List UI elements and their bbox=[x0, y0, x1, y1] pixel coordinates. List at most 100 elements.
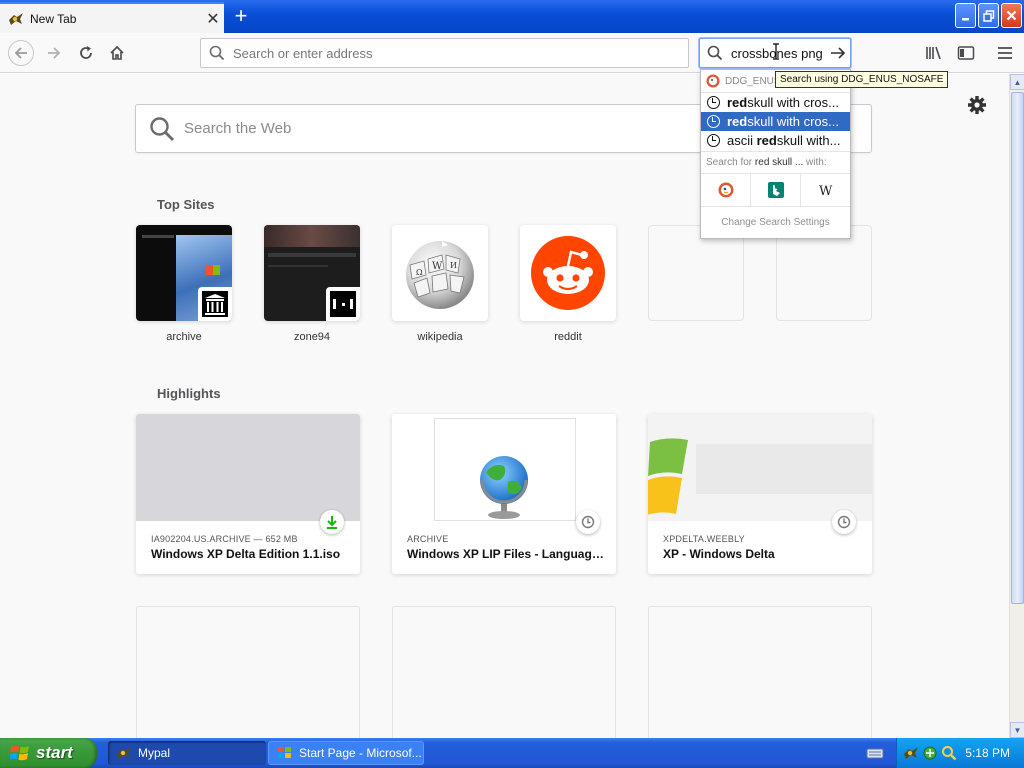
sidebar-icon bbox=[957, 46, 975, 60]
close-window-button[interactable] bbox=[1001, 3, 1022, 28]
highlight-source: IA902204.US.ARCHIVE — 652 MB bbox=[151, 534, 298, 544]
windows-flag-icon bbox=[648, 438, 688, 515]
highlight-badge bbox=[576, 510, 600, 534]
top-sites-title: Top Sites bbox=[157, 197, 215, 212]
navigation-toolbar: crossbones png bbox=[0, 33, 1024, 73]
sidebar-button[interactable] bbox=[954, 41, 978, 65]
suggestion-prefix: ascii bbox=[727, 133, 757, 148]
suggestion-item[interactable]: red skull with cros... bbox=[701, 93, 850, 112]
bing-icon bbox=[767, 182, 784, 198]
globe-icon bbox=[480, 456, 528, 519]
duckduckgo-icon bbox=[718, 182, 733, 198]
taskbar-item-mypal[interactable]: Mypal bbox=[108, 741, 266, 765]
title-bar: New Tab ✕ + bbox=[0, 0, 1024, 33]
history-icon bbox=[707, 96, 720, 109]
forward-button[interactable] bbox=[42, 41, 66, 65]
highlight-source: ARCHIVE bbox=[407, 534, 449, 544]
close-icon bbox=[1006, 10, 1017, 21]
svg-text:И: И bbox=[450, 261, 457, 270]
vertical-scrollbar[interactable]: ▲ ▼ bbox=[1009, 74, 1024, 738]
suggestion-match: red bbox=[727, 95, 748, 110]
minimize-button[interactable] bbox=[955, 3, 976, 28]
search-icon bbox=[209, 45, 225, 61]
tab-new-tab[interactable]: New Tab ✕ bbox=[0, 2, 224, 33]
search-for-suffix: with: bbox=[803, 157, 827, 168]
restore-button[interactable] bbox=[978, 3, 999, 28]
home-button[interactable] bbox=[105, 41, 129, 65]
new-tab-page: Search the Web Top Sites archive zone94 … bbox=[0, 74, 1009, 738]
search-for-query: red skull ... bbox=[754, 157, 804, 168]
reload-icon bbox=[80, 46, 92, 59]
highlight-card[interactable]: XPDELTA.WEEBLY XP - Windows Delta bbox=[648, 414, 872, 574]
start-button[interactable]: start bbox=[0, 738, 97, 768]
highlight-image bbox=[136, 414, 360, 521]
site-thumbnail bbox=[520, 225, 616, 321]
mypal-tray-icon[interactable] bbox=[903, 745, 919, 761]
taskbar-item-label: Start Page - Microsof... bbox=[299, 746, 422, 760]
highlight-empty-slot bbox=[648, 606, 872, 738]
highlight-badge bbox=[832, 510, 856, 534]
highlight-image bbox=[392, 414, 616, 521]
site-label: zone94 bbox=[293, 331, 331, 343]
text-cursor-icon bbox=[773, 43, 779, 60]
highlight-source: XPDELTA.WEEBLY bbox=[663, 534, 745, 544]
search-go-button[interactable] bbox=[826, 41, 850, 65]
keyboard-language-icon[interactable] bbox=[866, 744, 884, 762]
new-tab-button[interactable]: + bbox=[228, 4, 254, 28]
highlight-title: Windows XP LIP Files - Language... bbox=[407, 547, 607, 561]
one-off-engines: W bbox=[701, 173, 850, 207]
back-arrow-icon bbox=[14, 47, 27, 59]
gear-icon[interactable] bbox=[966, 94, 988, 116]
suggestion-item[interactable]: ascii red skull with... bbox=[701, 131, 850, 150]
back-button[interactable] bbox=[8, 40, 34, 66]
library-button[interactable] bbox=[922, 41, 946, 65]
menu-button[interactable] bbox=[993, 41, 1017, 65]
change-search-settings-button[interactable]: Change Search Settings bbox=[701, 207, 850, 237]
suggestion-match: red bbox=[756, 133, 777, 148]
search-for-prefix: Search for bbox=[706, 157, 755, 168]
address-bar[interactable] bbox=[200, 38, 689, 68]
top-site-zone94[interactable]: zone94 bbox=[264, 225, 360, 343]
engine-wikipedia-button[interactable]: W bbox=[801, 174, 850, 206]
system-tray: 5:18 PM bbox=[896, 738, 1024, 768]
highlight-title: XP - Windows Delta bbox=[663, 547, 775, 561]
suggestion-rest: skull with... bbox=[776, 133, 841, 148]
top-site-wikipedia[interactable]: W Ω И wikipedia bbox=[392, 225, 488, 343]
search-for-with-label: Search for red skull ... with: bbox=[701, 151, 850, 173]
engine-duckduckgo-button[interactable] bbox=[701, 174, 751, 206]
svg-text:W: W bbox=[819, 184, 833, 198]
suggestion-rest: skull with cros... bbox=[747, 114, 839, 129]
windows-logo-icon bbox=[10, 745, 29, 761]
archive-org-icon bbox=[202, 291, 228, 317]
restore-icon bbox=[982, 9, 994, 22]
forward-arrow-icon bbox=[48, 47, 61, 59]
search-tray-icon[interactable] bbox=[941, 745, 957, 761]
top-site-empty-slot bbox=[776, 225, 872, 321]
top-site-archive[interactable]: archive bbox=[136, 225, 232, 343]
search-icon bbox=[150, 116, 174, 141]
library-icon bbox=[926, 46, 941, 60]
windows-flag-icon bbox=[278, 747, 291, 758]
highlight-card[interactable]: IA902204.US.ARCHIVE — 652 MB Windows XP … bbox=[136, 414, 360, 574]
mypal-icon bbox=[117, 747, 131, 759]
suggestion-item-selected[interactable]: red skull with cros... bbox=[701, 112, 850, 131]
scroll-thumb[interactable] bbox=[1011, 92, 1024, 604]
network-tray-icon[interactable] bbox=[922, 745, 938, 761]
highlights-title: Highlights bbox=[157, 386, 221, 401]
highlight-empty-slot bbox=[136, 606, 360, 738]
minimize-icon bbox=[961, 17, 969, 20]
address-input[interactable] bbox=[233, 45, 673, 61]
zone94-icon bbox=[330, 291, 356, 317]
highlight-card[interactable]: ARCHIVE Windows XP LIP Files - Language.… bbox=[392, 414, 616, 574]
top-site-reddit[interactable]: reddit bbox=[520, 225, 616, 343]
tab-close-icon[interactable]: ✕ bbox=[202, 8, 224, 30]
reload-button[interactable] bbox=[74, 41, 98, 65]
taskbar-item-start-page[interactable]: Start Page - Microsof... bbox=[268, 741, 424, 765]
history-icon bbox=[837, 515, 851, 529]
search-suggestions-popup: DDG_ENUS_NOSAFE red skull with cros... r… bbox=[700, 69, 851, 239]
reddit-alien-icon bbox=[531, 236, 605, 310]
arrow-right-icon bbox=[831, 47, 846, 59]
scroll-down-button[interactable]: ▼ bbox=[1010, 722, 1024, 738]
engine-bing-button[interactable] bbox=[751, 174, 801, 206]
scroll-up-button[interactable]: ▲ bbox=[1010, 74, 1024, 90]
